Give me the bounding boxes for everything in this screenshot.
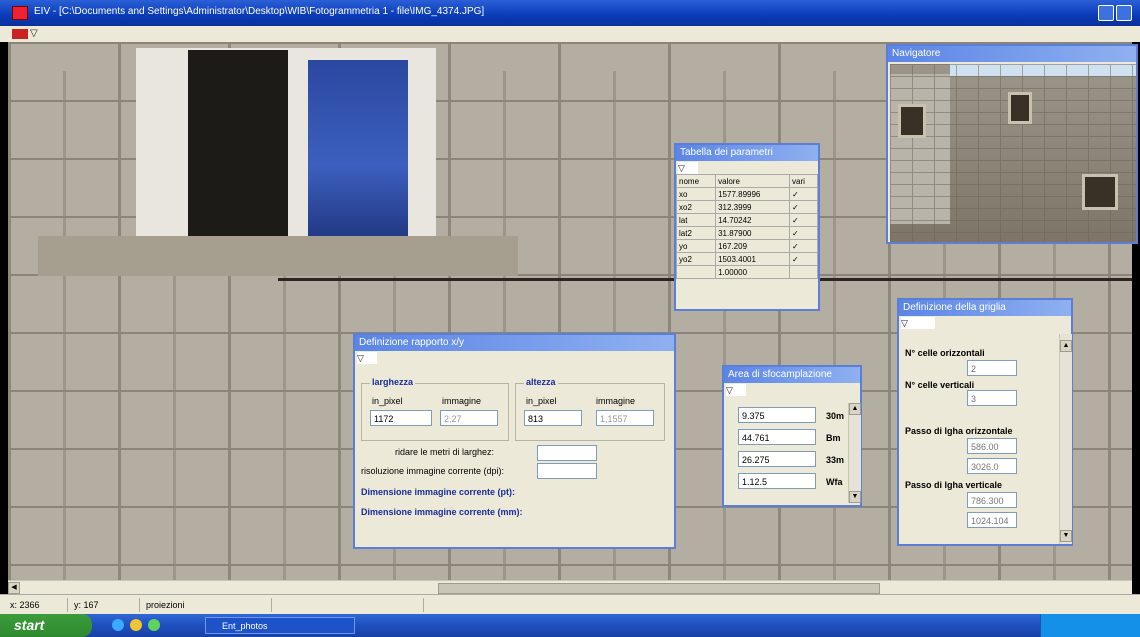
- col-value[interactable]: valore: [715, 174, 791, 188]
- area-panel-title: Area di sfocamplazione: [724, 367, 860, 383]
- area-scrollbar[interactable]: ▲ ▼: [848, 403, 861, 503]
- grid-panel-title: Definizione della griglia: [899, 300, 1071, 316]
- h-step-input-1[interactable]: 586.00: [967, 438, 1017, 454]
- dimension-pt-label: Dimensione immagine corrente (pt):: [361, 487, 516, 497]
- table-row[interactable]: xo2 312.3999 ✓: [675, 200, 818, 214]
- width-image-input[interactable]: 2,27: [440, 410, 498, 426]
- minimize-button[interactable]: [1098, 5, 1114, 21]
- dimension-toolbar-icon[interactable]: ▽: [357, 352, 377, 364]
- dimension-dialog-title: Definizione rapporto x/y: [355, 335, 674, 351]
- folder-icon[interactable]: [130, 619, 142, 631]
- v-step-label: Passo di lgha verticale: [905, 480, 1003, 490]
- height-pixel-input[interactable]: 813: [524, 410, 582, 426]
- taskbar: start Ent_photos: [0, 614, 1140, 637]
- menu-app-icon[interactable]: [12, 29, 28, 39]
- width-group: larghezza in_pixel immagine 1172 2,27: [361, 377, 509, 441]
- params-table: nome valore vari xo 1577.89996 ✓ xo2 312.39…: [675, 174, 818, 279]
- cols-input[interactable]: 2: [967, 360, 1017, 376]
- v-step-input-2[interactable]: 1024.104: [967, 512, 1017, 528]
- scroll-up-icon[interactable]: ▲: [849, 403, 861, 415]
- width-pixel-input[interactable]: 1172: [370, 410, 432, 426]
- scroll-down-icon[interactable]: ▼: [849, 491, 861, 503]
- table-row[interactable]: 1.00000: [675, 265, 818, 279]
- height-group: altezza in_pixel immagine 813 1,1557: [515, 377, 665, 441]
- rows-input[interactable]: 3: [967, 390, 1017, 406]
- grid-scrollbar[interactable]: ▲ ▼: [1059, 334, 1072, 544]
- table-row[interactable]: yo 167.209 ✓: [675, 239, 818, 253]
- navigator-panel[interactable]: Navigatore: [886, 44, 1138, 244]
- table-row[interactable]: yo2 1503.4001 ✓: [675, 252, 818, 266]
- maximize-button[interactable]: [1116, 5, 1132, 21]
- table-row[interactable]: lat 14.70242 ✓: [675, 213, 818, 227]
- rows-label: N° celle verticali: [905, 380, 975, 390]
- area-panel[interactable]: Area di sfocamplazione ▽ 9.375 30m 44.76…: [722, 365, 862, 507]
- menu-bar: ▽: [0, 26, 1140, 42]
- resolution-label: risoluzione immagine corrente (dpi):: [361, 466, 505, 476]
- status-y: y: 167: [70, 598, 140, 612]
- params-table-panel[interactable]: Tabella dei parametri ▽ nome valore vari…: [674, 143, 820, 311]
- horizontal-scrollbar[interactable]: ◀: [8, 580, 1132, 595]
- scroll-down-icon[interactable]: ▼: [1060, 530, 1072, 542]
- navigator-thumbnail[interactable]: [890, 64, 1136, 242]
- h-step-input-2[interactable]: 3026.0: [967, 458, 1017, 474]
- status-mode: proiezioni: [142, 598, 272, 612]
- grid-toolbar-icon[interactable]: ▽: [901, 317, 935, 329]
- cols-label: N° celle orizzontali: [905, 348, 985, 358]
- status-x: x: 2366: [6, 598, 68, 612]
- height-image-input[interactable]: 1,1557: [596, 410, 654, 426]
- v-step-input-1[interactable]: 786.300: [967, 492, 1017, 508]
- scrollbar-thumb[interactable]: [438, 583, 880, 594]
- media-icon[interactable]: [148, 619, 160, 631]
- dimension-dialog[interactable]: Definizione rapporto x/y ▽ larghezza in_…: [353, 333, 676, 549]
- h-step-label: Passo di lgha orizzontale: [905, 426, 1013, 436]
- title-bar: EIV - [C:\Documents and Settings\Adminis…: [0, 0, 1140, 26]
- table-row[interactable]: xo 1577.89996 ✓: [675, 187, 818, 201]
- col-name[interactable]: nome: [675, 174, 717, 188]
- window-title: EIV - [C:\Documents and Settings\Adminis…: [34, 6, 485, 17]
- area-value-1[interactable]: 9.375: [738, 407, 816, 423]
- params-table-title: Tabella dei parametri: [676, 145, 818, 161]
- dimension-mm-label: Dimensione immagine corrente (mm):: [361, 507, 523, 517]
- taskbar-item[interactable]: Ent_photos: [205, 617, 355, 634]
- area-value-2[interactable]: 44.761: [738, 429, 816, 445]
- ie-icon[interactable]: [112, 619, 124, 631]
- fit-label: ridare le metri di larghez:: [395, 447, 495, 457]
- status-bar: x: 2366 y: 167 proiezioni: [0, 594, 1140, 615]
- params-toolbar-icon[interactable]: ▽: [678, 162, 698, 174]
- scroll-left-icon[interactable]: ◀: [8, 582, 20, 594]
- scroll-up-icon[interactable]: ▲: [1060, 340, 1072, 352]
- navigator-title: Navigatore: [888, 46, 1136, 62]
- start-button[interactable]: start: [0, 614, 92, 637]
- grid-panel[interactable]: Definizione della griglia ▽ N° celle ori…: [897, 298, 1073, 546]
- area-toolbar-icon[interactable]: ▽: [726, 384, 746, 396]
- menu-dropdown-icon[interactable]: ▽: [30, 28, 38, 39]
- area-value-3[interactable]: 26.275: [738, 451, 816, 467]
- app-icon: [12, 6, 28, 20]
- resolution-input[interactable]: [537, 463, 597, 479]
- fit-input[interactable]: [537, 445, 597, 461]
- system-tray: [1040, 614, 1140, 637]
- table-row[interactable]: lat2 31.87900 ✓: [675, 226, 818, 240]
- area-value-4[interactable]: 1.12.5: [738, 473, 816, 489]
- col-vari[interactable]: vari: [789, 174, 818, 188]
